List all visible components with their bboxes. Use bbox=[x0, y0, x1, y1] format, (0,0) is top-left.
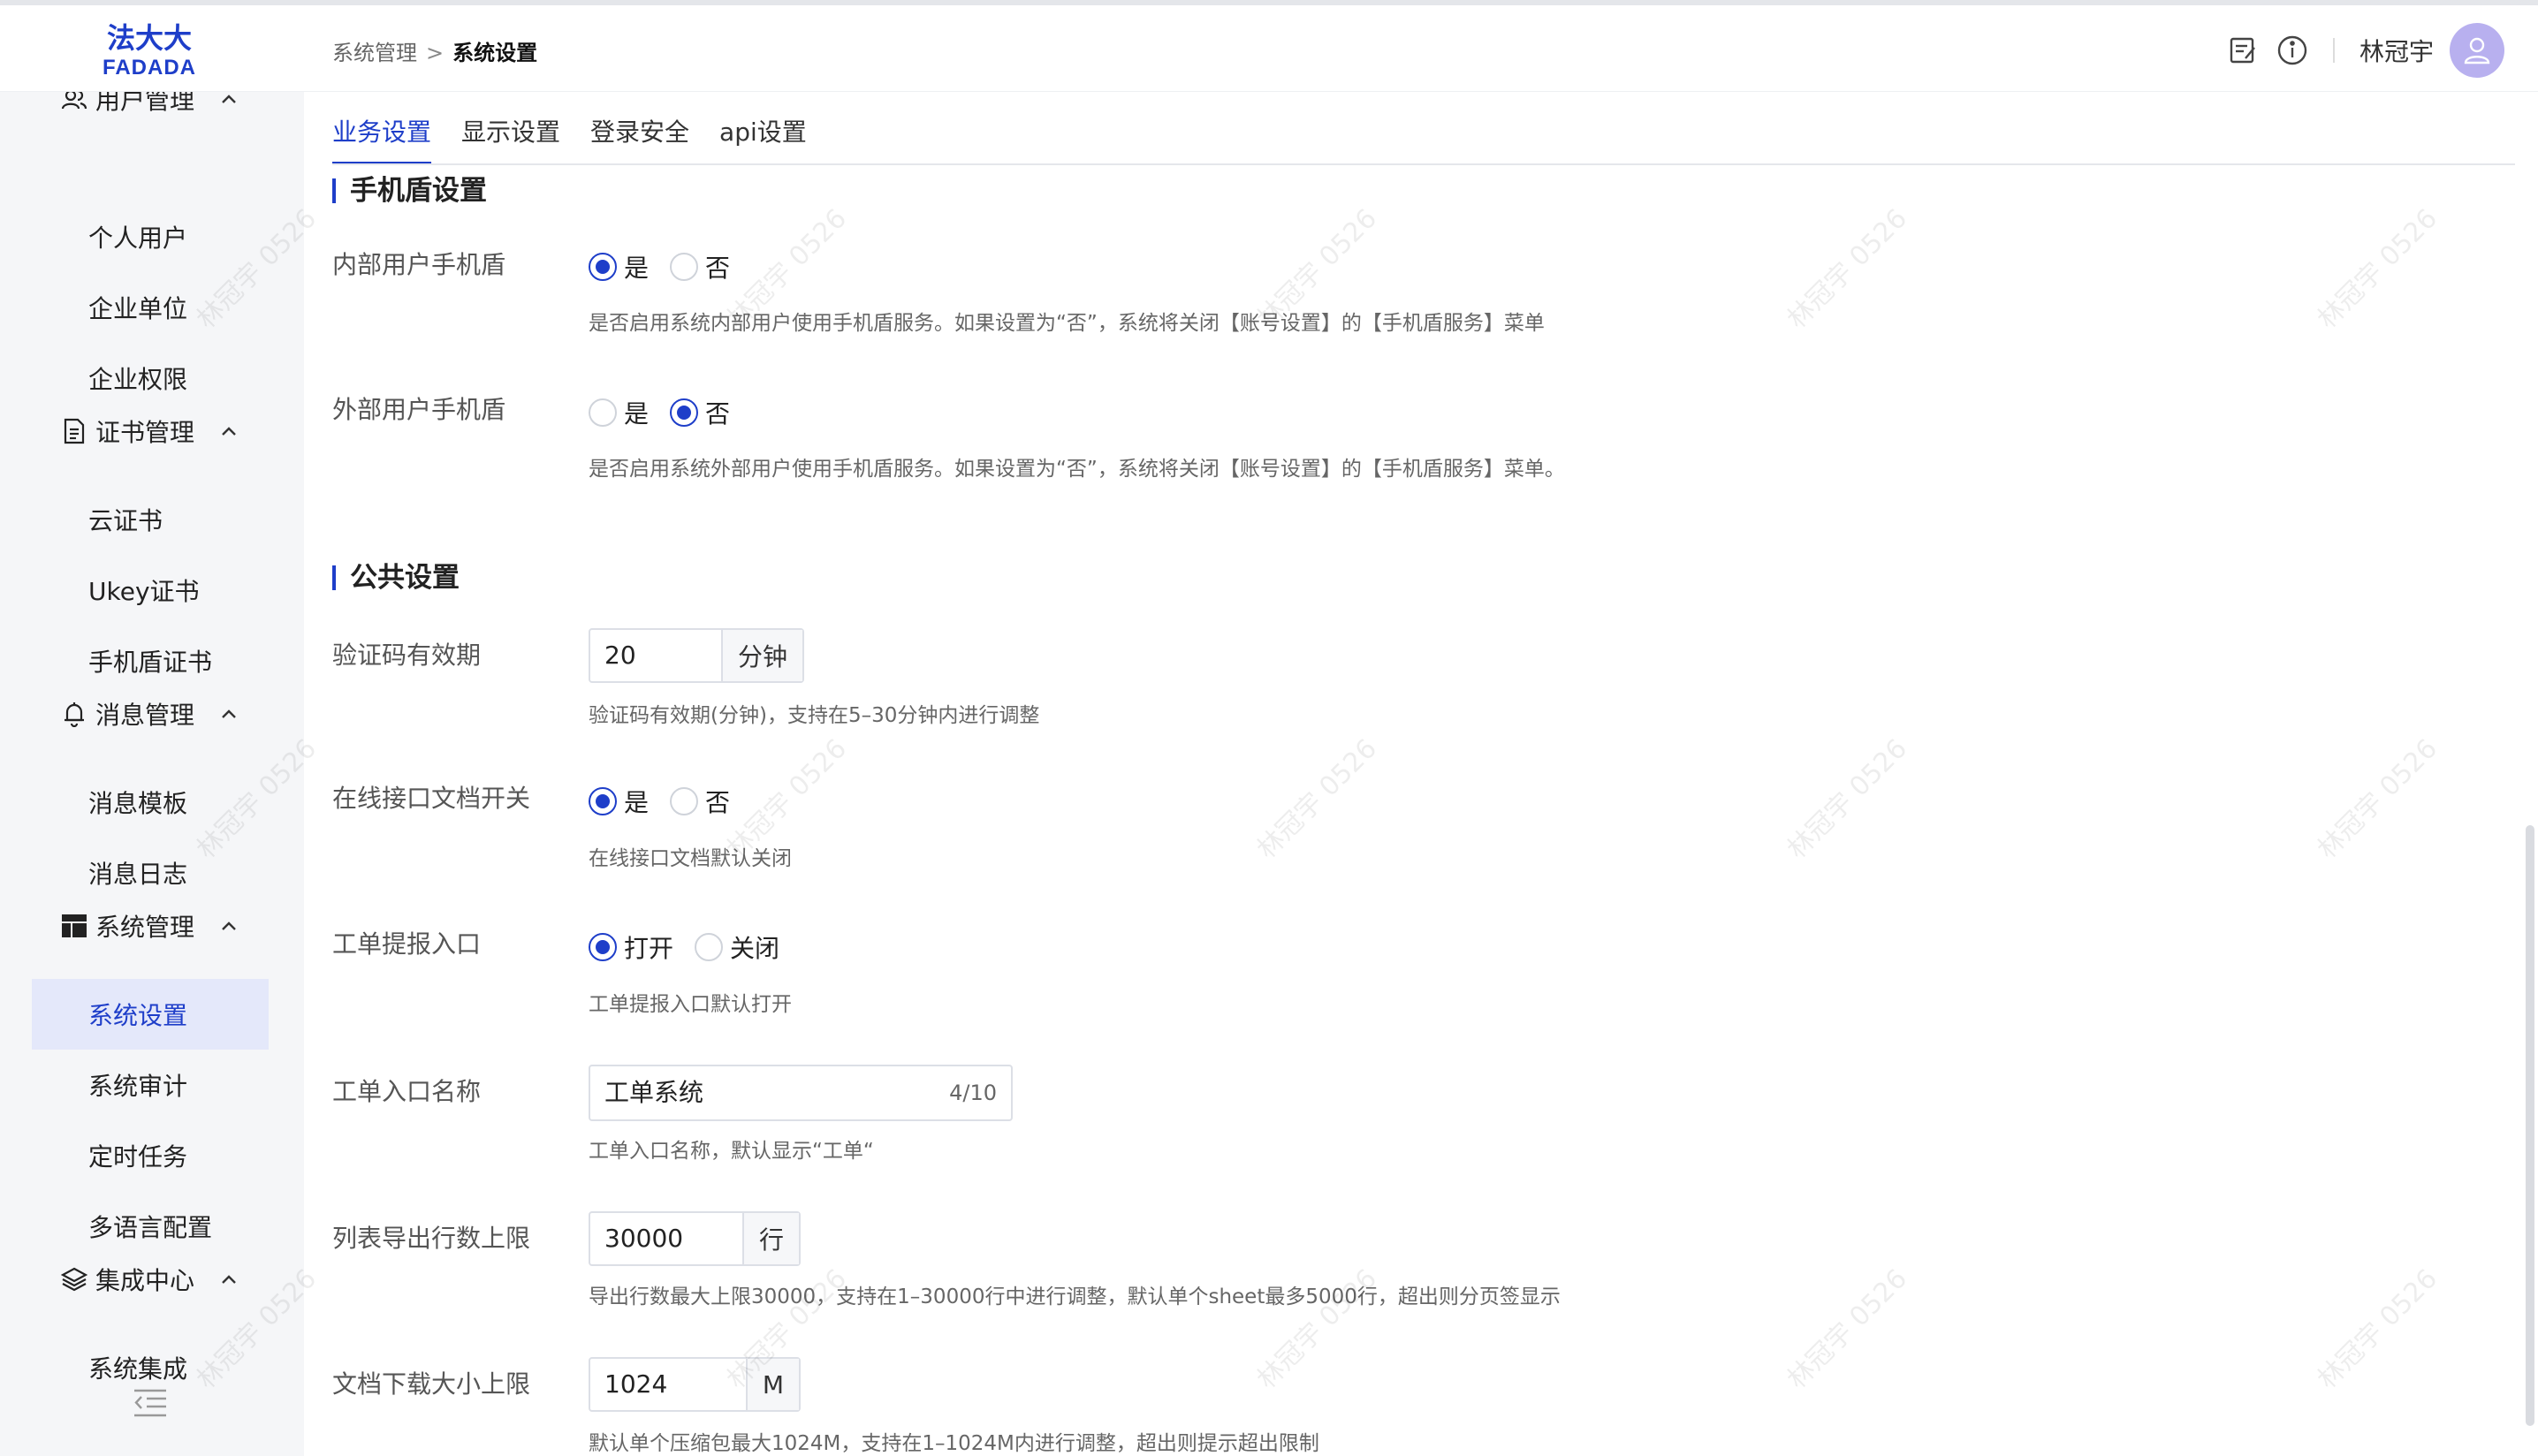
sidebar-item-message-templates[interactable]: 消息模板 bbox=[32, 767, 269, 838]
export-limit-label: 列表导出行数上限 bbox=[332, 1224, 531, 1253]
sidebar-group-label: 用户管理 bbox=[95, 92, 195, 115]
username[interactable]: 林冠宇 bbox=[2359, 33, 2434, 68]
sidebar-item-mobile-shield-certificate[interactable]: 手机盾证书 bbox=[32, 626, 269, 696]
sidebar: 用户管理 个人用户 企业单位 企业权限 证书管理 云证书 Ukey证书 手机盾证… bbox=[0, 92, 304, 1456]
ticket-name-counter: 4/10 bbox=[949, 1081, 997, 1105]
sidebar-item-cloud-certificate[interactable]: 云证书 bbox=[32, 484, 269, 555]
user-icon bbox=[2464, 37, 2490, 64]
chevron-up-icon bbox=[222, 709, 236, 718]
fadada-logo[interactable]: 法大大 FADADA bbox=[94, 21, 205, 80]
ticket-name-help: 工单入口名称，默认显示“工单“ bbox=[589, 1140, 874, 1163]
sidebar-group-label: 集成中心 bbox=[95, 1266, 195, 1295]
tab-business-settings[interactable]: 业务设置 bbox=[332, 110, 432, 164]
sidebar-item-personal-users[interactable]: 个人用户 bbox=[32, 201, 269, 272]
ticket-name-label: 工单入口名称 bbox=[332, 1077, 482, 1106]
info-icon[interactable] bbox=[2275, 33, 2310, 68]
sidebar-group-users[interactable]: 用户管理 bbox=[60, 92, 236, 121]
svg-text:法大大: 法大大 bbox=[107, 22, 192, 54]
breadcrumb-separator: > bbox=[426, 41, 445, 65]
breadcrumb-parent[interactable]: 系统管理 bbox=[332, 41, 417, 65]
ticket-entry-radio-group: 打开 关闭 bbox=[589, 929, 801, 965]
sidebar-item-enterprise-permissions[interactable]: 企业权限 bbox=[32, 343, 269, 413]
external-shield-yes-radio[interactable]: 是 bbox=[589, 395, 649, 430]
dashboard-icon bbox=[60, 912, 88, 940]
export-limit-input[interactable] bbox=[590, 1213, 742, 1264]
online-doc-radio-group: 是 否 bbox=[589, 784, 751, 819]
online-doc-yes-radio[interactable]: 是 bbox=[589, 784, 649, 819]
layers-icon bbox=[60, 1265, 88, 1293]
export-limit-unit: 行 bbox=[742, 1213, 799, 1264]
ticket-entry-help: 工单提报入口默认打开 bbox=[589, 993, 792, 1016]
code-validity-unit: 分钟 bbox=[721, 630, 802, 681]
top-header: 法大大 FADADA 系统管理 > 系统设置 林冠宇 bbox=[0, 5, 2538, 92]
vertical-scrollbar[interactable] bbox=[2526, 825, 2534, 1426]
notes-icon[interactable] bbox=[2225, 33, 2261, 68]
sidebar-group-messages[interactable]: 消息管理 bbox=[60, 692, 236, 736]
header-actions: 林冠宇 bbox=[2211, 23, 2504, 78]
sidebar-group-label: 消息管理 bbox=[95, 701, 195, 730]
download-limit-help: 默认单个压缩包最大1024M，支持在1–1024M内进行调整，超出则提示超出限制 bbox=[589, 1432, 1319, 1455]
tab-api-settings[interactable]: api设置 bbox=[719, 110, 807, 164]
users-icon bbox=[60, 92, 88, 113]
sidebar-item-system-settings[interactable]: 系统设置 bbox=[32, 979, 269, 1050]
online-doc-label: 在线接口文档开关 bbox=[332, 784, 531, 813]
svg-text:FADADA: FADADA bbox=[103, 56, 196, 80]
ticket-name-value: 工单系统 bbox=[604, 1078, 704, 1107]
tab-login-security[interactable]: 登录安全 bbox=[590, 110, 689, 164]
sidebar-group-integration[interactable]: 集成中心 bbox=[60, 1257, 236, 1301]
internal-shield-help: 是否启用系统内部用户使用手机盾服务。如果设置为“否”，系统将关闭【账号设置】的【… bbox=[589, 312, 1545, 335]
ticket-name-input[interactable]: 工单系统 4/10 bbox=[589, 1065, 1013, 1121]
download-limit-input[interactable] bbox=[590, 1359, 746, 1410]
external-shield-label: 外部用户手机盾 bbox=[332, 395, 506, 424]
online-doc-no-radio[interactable]: 否 bbox=[670, 784, 730, 819]
collapse-menu-icon[interactable] bbox=[133, 1387, 168, 1419]
sidebar-item-scheduled-tasks[interactable]: 定时任务 bbox=[32, 1120, 269, 1191]
sidebar-group-label: 系统管理 bbox=[95, 913, 195, 942]
chevron-up-icon bbox=[222, 427, 236, 436]
sidebar-item-enterprises[interactable]: 企业单位 bbox=[32, 272, 269, 343]
certificate-icon bbox=[60, 417, 88, 445]
sidebar-item-system-audit[interactable]: 系统审计 bbox=[32, 1050, 269, 1120]
avatar[interactable] bbox=[2450, 23, 2504, 78]
download-limit-input-group: M bbox=[589, 1357, 801, 1412]
export-limit-input-group: 行 bbox=[589, 1211, 801, 1266]
chevron-up-icon bbox=[222, 95, 236, 103]
main-content: 业务设置 显示设置 登录安全 api设置 手机盾设置 内部用户手机盾 是 否 是… bbox=[304, 92, 2538, 1456]
tab-display-settings[interactable]: 显示设置 bbox=[461, 110, 560, 164]
online-doc-help: 在线接口文档默认关闭 bbox=[589, 847, 792, 870]
sidebar-group-system[interactable]: 系统管理 bbox=[60, 904, 236, 948]
sidebar-group-label: 证书管理 bbox=[95, 418, 195, 447]
code-validity-label: 验证码有效期 bbox=[332, 641, 482, 670]
internal-shield-yes-radio[interactable]: 是 bbox=[589, 249, 649, 284]
sidebar-item-ukey-certificate[interactable]: Ukey证书 bbox=[32, 555, 269, 626]
export-limit-help: 导出行数最大上限30000，支持在1–30000行中进行调整，默认单个sheet… bbox=[589, 1285, 1561, 1308]
code-validity-input-group: 分钟 bbox=[589, 628, 804, 683]
external-shield-no-radio[interactable]: 否 bbox=[670, 395, 730, 430]
bell-icon bbox=[60, 700, 88, 728]
ticket-entry-open-radio[interactable]: 打开 bbox=[589, 929, 673, 965]
settings-tabs: 业务设置 显示设置 登录安全 api设置 bbox=[332, 110, 837, 164]
chevron-up-icon bbox=[222, 1275, 236, 1284]
code-validity-input[interactable] bbox=[590, 630, 721, 681]
tabs-divider bbox=[332, 163, 2515, 165]
sidebar-item-language-config[interactable]: 多语言配置 bbox=[32, 1191, 269, 1262]
header-divider bbox=[2332, 38, 2335, 63]
ticket-entry-label: 工单提报入口 bbox=[332, 929, 482, 959]
download-limit-label: 文档下载大小上限 bbox=[332, 1369, 531, 1399]
section-title-public: 公共设置 bbox=[332, 560, 460, 595]
internal-shield-no-radio[interactable]: 否 bbox=[670, 249, 730, 284]
section-title-mobile-shield: 手机盾设置 bbox=[332, 173, 487, 209]
sidebar-group-certificates[interactable]: 证书管理 bbox=[60, 409, 236, 453]
breadcrumb: 系统管理 > 系统设置 bbox=[332, 35, 537, 71]
internal-shield-radio-group: 是 否 bbox=[589, 249, 751, 284]
download-limit-unit: M bbox=[746, 1359, 799, 1410]
sidebar-item-message-logs[interactable]: 消息日志 bbox=[32, 838, 269, 908]
external-shield-radio-group: 是 否 bbox=[589, 395, 751, 430]
breadcrumb-current: 系统设置 bbox=[452, 41, 538, 65]
chevron-up-icon bbox=[222, 921, 236, 930]
internal-shield-label: 内部用户手机盾 bbox=[332, 250, 506, 279]
code-validity-help: 验证码有效期(分钟)，支持在5–30分钟内进行调整 bbox=[589, 704, 1040, 727]
external-shield-help: 是否启用系统外部用户使用手机盾服务。如果设置为“否”，系统将关闭【账号设置】的【… bbox=[589, 458, 1565, 481]
ticket-entry-close-radio[interactable]: 关闭 bbox=[695, 929, 779, 965]
